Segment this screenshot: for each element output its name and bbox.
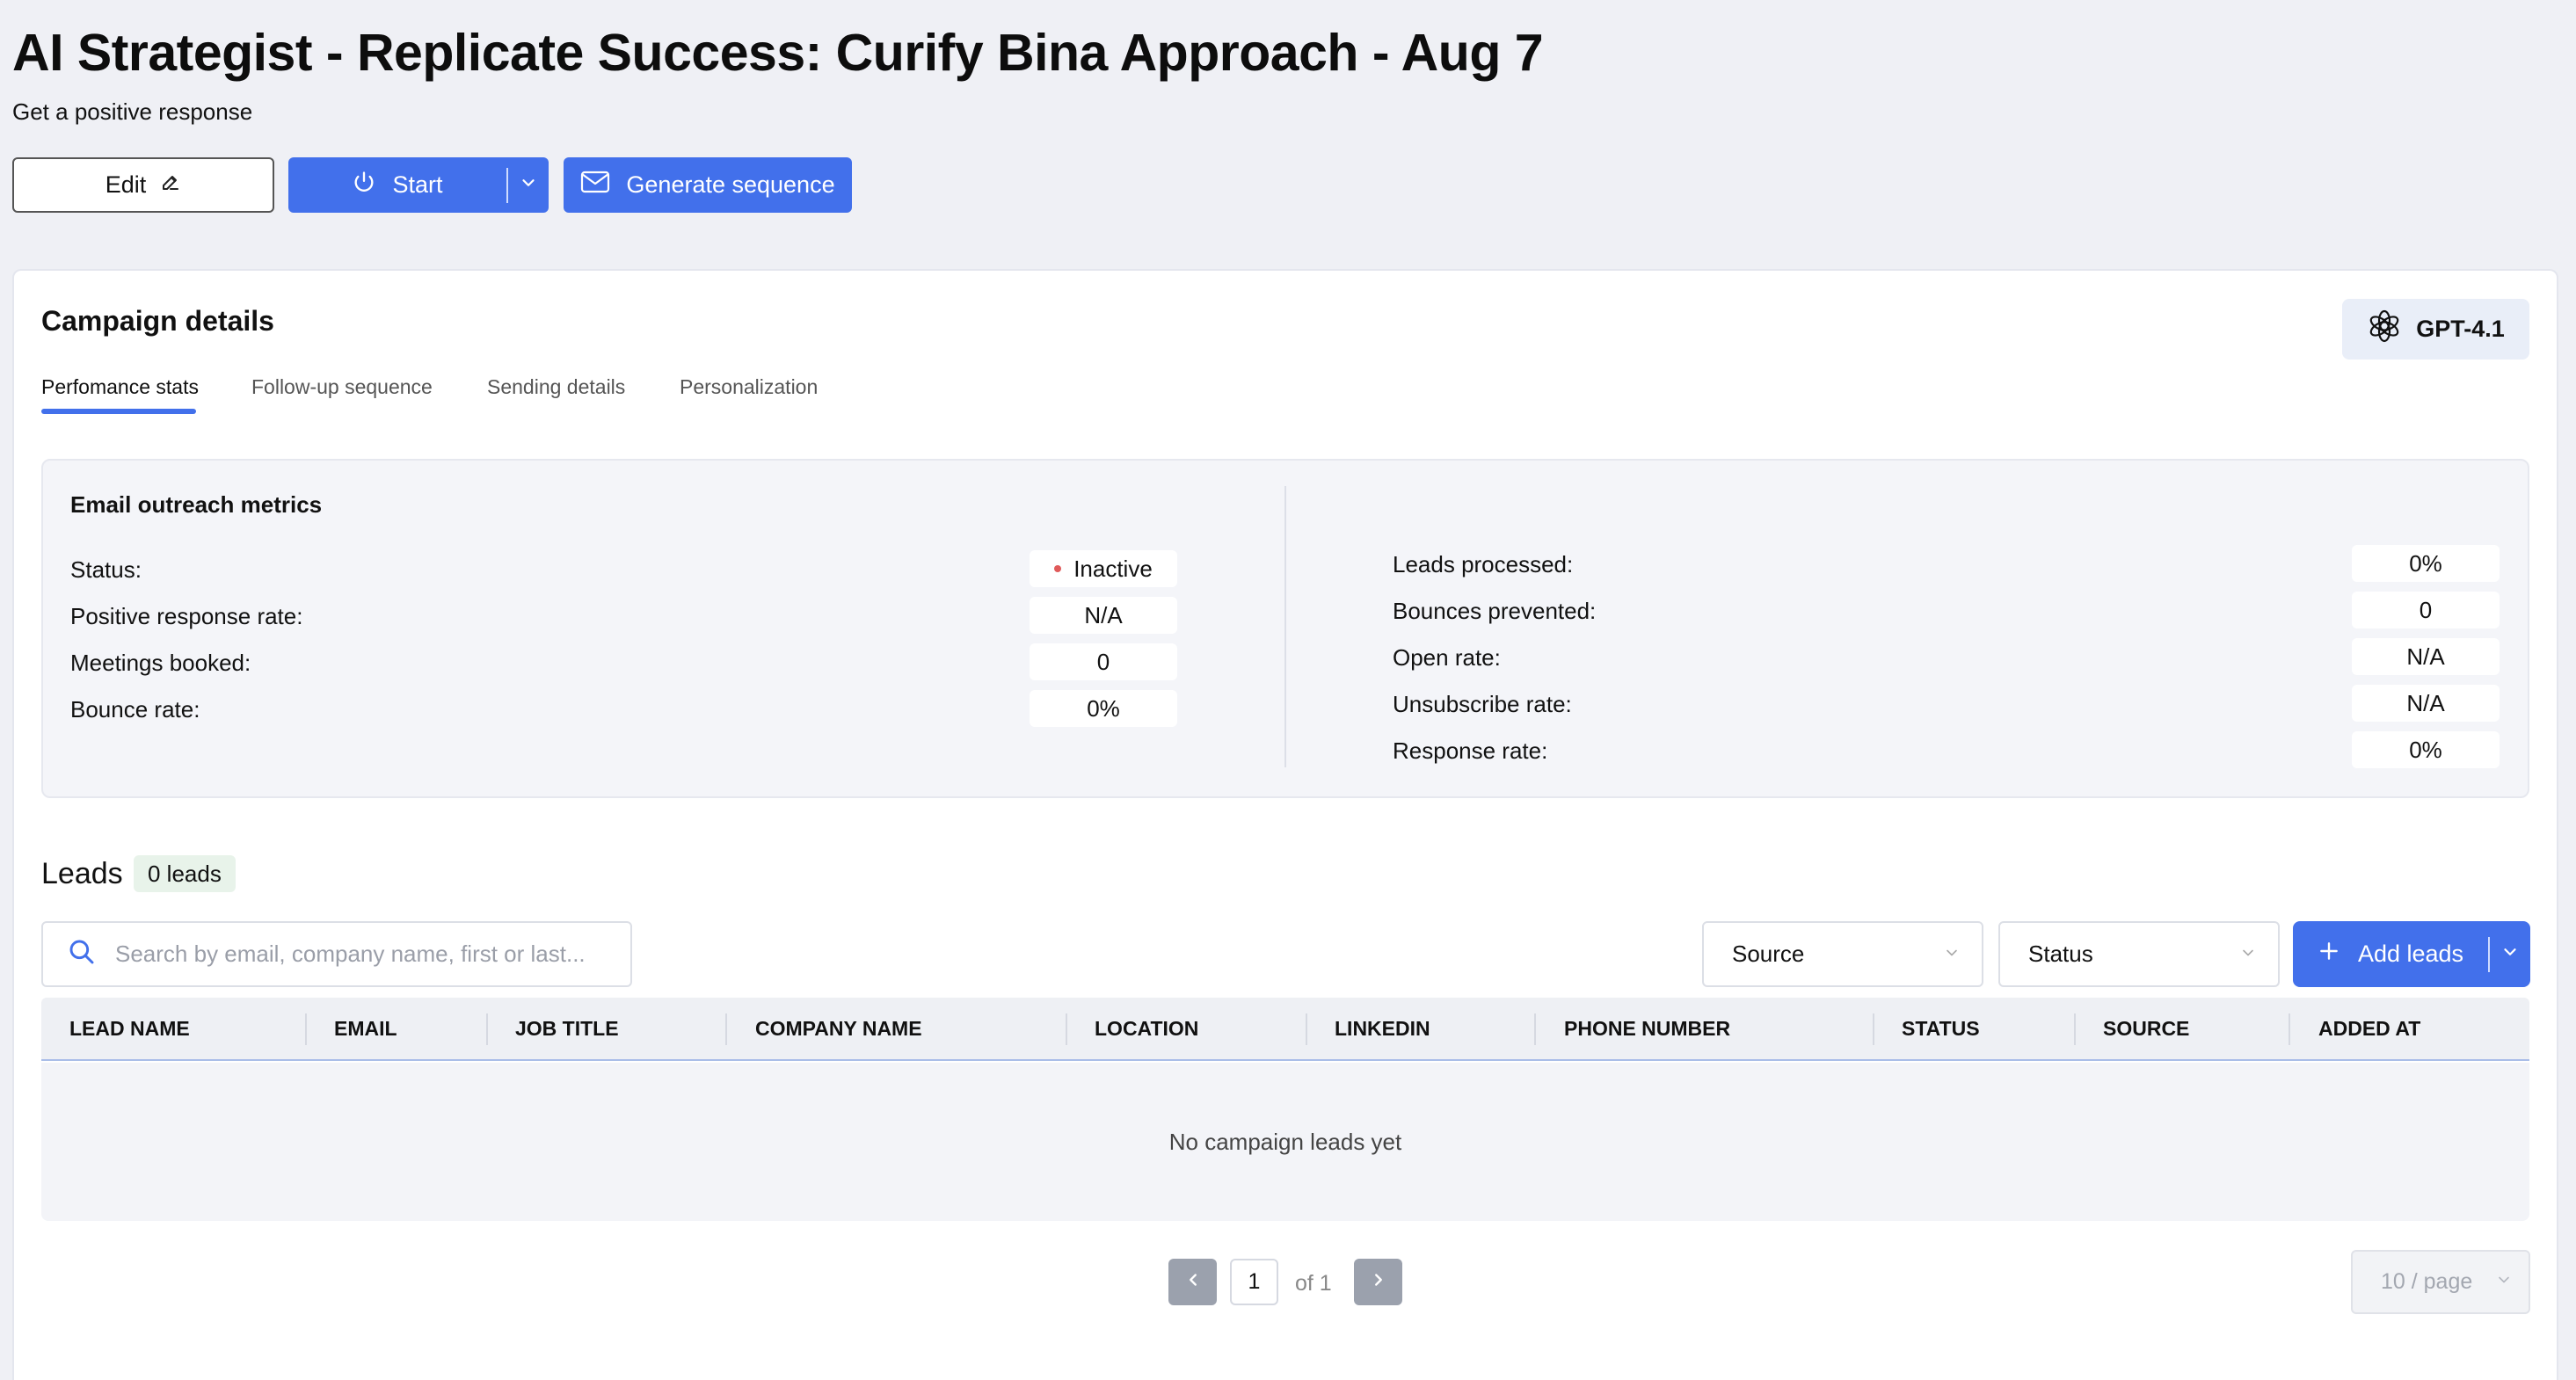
tab-sending-details[interactable]: Sending details xyxy=(487,375,625,399)
page-subtitle: Get a positive response xyxy=(12,98,253,125)
metric-value-bounces-prevented: 0 xyxy=(2352,592,2500,628)
metric-label-unsubscribe-rate: Unsubscribe rate: xyxy=(1393,691,1572,717)
column-header-added-at[interactable]: ADDED AT xyxy=(2318,998,2420,1059)
column-header-location[interactable]: LOCATION xyxy=(1095,998,1198,1059)
page-size-label: 10 / page xyxy=(2381,1269,2473,1294)
tab-personalization[interactable]: Personalization xyxy=(680,375,818,399)
total-pages-label: of 1 xyxy=(1295,1271,1332,1296)
chevron-down-icon xyxy=(519,171,538,199)
power-icon xyxy=(352,170,376,200)
metric-value-unsubscribe-rate: N/A xyxy=(2352,685,2500,722)
add-leads-dropdown-button[interactable] xyxy=(2490,921,2530,987)
chevron-right-icon xyxy=(1369,1270,1388,1294)
current-page-indicator[interactable]: 1 xyxy=(1230,1259,1278,1305)
source-filter-select[interactable]: Source xyxy=(1702,921,1983,987)
source-filter-label: Source xyxy=(1732,941,1805,967)
metrics-title: Email outreach metrics xyxy=(70,491,323,518)
metric-label-bounces-prevented: Bounces prevented: xyxy=(1393,598,1597,624)
leads-count-badge: 0 leads xyxy=(134,855,236,892)
add-leads-label: Add leads xyxy=(2357,941,2464,967)
metric-label-meetings-booked: Meetings booked: xyxy=(70,650,251,676)
add-leads-button[interactable]: Add leads xyxy=(2293,921,2488,987)
metric-value-response-rate: 0% xyxy=(2352,731,2500,768)
metric-label-status: Status: xyxy=(70,556,142,583)
campaign-details-title: Campaign details xyxy=(41,305,274,337)
mail-icon xyxy=(580,171,610,200)
metric-value-open-rate: N/A xyxy=(2352,638,2500,675)
status-filter-select[interactable]: Status xyxy=(1998,921,2280,987)
metric-value-meetings-booked: 0 xyxy=(1030,643,1177,680)
metric-value-leads-processed: 0% xyxy=(2352,545,2500,582)
column-header-job-title[interactable]: JOB TITLE xyxy=(515,998,619,1059)
column-header-email[interactable]: EMAIL xyxy=(334,998,397,1059)
active-tab-indicator xyxy=(41,409,196,414)
column-header-source[interactable]: SOURCE xyxy=(2103,998,2189,1059)
empty-state-text: No campaign leads yet xyxy=(1168,1128,1402,1155)
leads-title: Leads xyxy=(41,857,123,890)
plus-icon xyxy=(2318,940,2340,969)
metric-value-positive-response-rate: N/A xyxy=(1030,597,1177,634)
start-button-group: Start xyxy=(288,157,549,213)
column-divider xyxy=(2289,1013,2290,1045)
page-size-select[interactable]: 10 / page xyxy=(2351,1250,2530,1314)
status-value: Inactive xyxy=(1073,555,1153,582)
status-filter-label: Status xyxy=(2028,941,2093,967)
tab-follow-up-sequence[interactable]: Follow-up sequence xyxy=(251,375,433,399)
metric-label-response-rate: Response rate: xyxy=(1393,737,1548,764)
search-icon xyxy=(68,938,96,970)
tab-performance-stats[interactable]: Perfomance stats xyxy=(41,375,199,399)
column-header-phone-number[interactable]: PHONE NUMBER xyxy=(1564,998,1730,1059)
column-divider xyxy=(1873,1013,1874,1045)
generate-sequence-button[interactable]: Generate sequence xyxy=(564,157,852,213)
openai-logo-icon xyxy=(2367,309,2402,350)
chevron-left-icon xyxy=(1183,1270,1203,1294)
model-label: GPT-4.1 xyxy=(2416,316,2505,342)
start-dropdown-button[interactable] xyxy=(508,157,549,213)
metric-value-status: Inactive xyxy=(1030,550,1177,587)
chevron-down-icon xyxy=(2500,941,2520,968)
column-header-linkedin[interactable]: LINKEDIN xyxy=(1335,998,1430,1059)
chevron-down-icon xyxy=(2239,941,2257,968)
pencil-icon xyxy=(160,171,181,199)
add-leads-button-group: Add leads xyxy=(2293,921,2530,987)
metric-label-bounce-rate: Bounce rate: xyxy=(70,696,200,723)
next-page-button[interactable] xyxy=(1354,1259,1402,1305)
column-divider xyxy=(1306,1013,1307,1045)
generate-sequence-label: Generate sequence xyxy=(626,171,835,198)
column-divider xyxy=(2074,1013,2076,1045)
model-badge[interactable]: GPT-4.1 xyxy=(2342,299,2529,360)
column-divider xyxy=(1066,1013,1067,1045)
column-header-lead-name[interactable]: LEAD NAME xyxy=(69,998,190,1059)
metric-label-positive-response-rate: Positive response rate: xyxy=(70,603,303,629)
chevron-down-icon xyxy=(2495,1269,2513,1295)
column-divider xyxy=(305,1013,307,1045)
column-divider xyxy=(486,1013,488,1045)
status-dot-icon xyxy=(1054,565,1062,572)
column-divider xyxy=(725,1013,727,1045)
column-header-company-name[interactable]: COMPANY NAME xyxy=(755,998,922,1059)
metric-value-bounce-rate: 0% xyxy=(1030,690,1177,727)
column-divider xyxy=(1534,1013,1536,1045)
start-button[interactable]: Start xyxy=(288,157,506,213)
page-title: AI Strategist - Replicate Success: Curif… xyxy=(12,24,1544,82)
chevron-down-icon xyxy=(1943,941,1961,968)
metric-label-open-rate: Open rate: xyxy=(1393,644,1501,671)
metric-label-leads-processed: Leads processed: xyxy=(1393,551,1574,577)
leads-table-empty-state: No campaign leads yet xyxy=(41,1063,2529,1221)
start-button-label: Start xyxy=(392,171,443,198)
column-header-status[interactable]: STATUS xyxy=(1902,998,1980,1059)
edit-button[interactable]: Edit xyxy=(12,157,274,213)
edit-button-label: Edit xyxy=(105,171,147,198)
leads-table-header: LEAD NAME EMAIL JOB TITLE COMPANY NAME L… xyxy=(41,998,2529,1061)
lead-search-box[interactable] xyxy=(41,921,632,987)
previous-page-button[interactable] xyxy=(1168,1259,1217,1305)
metrics-divider xyxy=(1284,486,1286,767)
search-input[interactable] xyxy=(115,941,625,968)
